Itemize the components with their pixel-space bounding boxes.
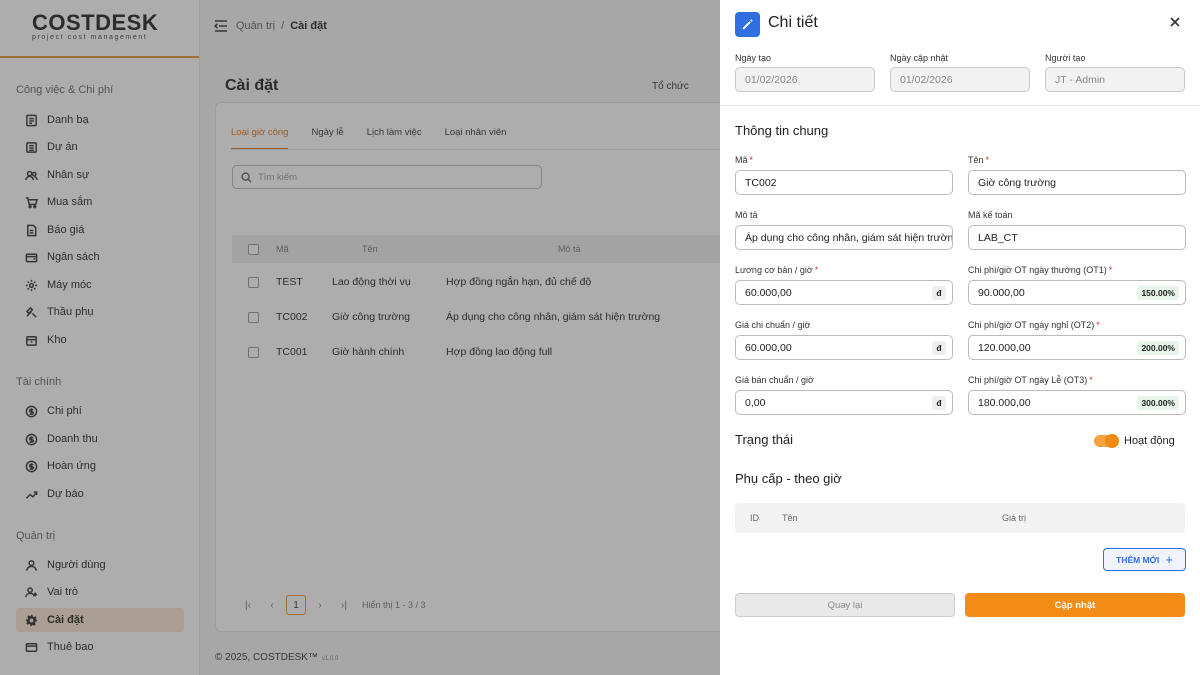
drawer-title: Chi tiết bbox=[768, 14, 818, 31]
ma-field[interactable]: TC002 bbox=[735, 170, 953, 195]
allowance-col-name: Tên bbox=[782, 513, 798, 523]
updated-field: 01/02/2026 bbox=[890, 67, 1030, 92]
ot1-field[interactable]: 90.000,00 150.00% bbox=[968, 280, 1186, 305]
updated-label: Ngày cập nhật bbox=[890, 53, 949, 63]
base-wage-value: 60.000,00 bbox=[745, 286, 792, 299]
add-allowance-button[interactable]: THÊM MỚI + bbox=[1103, 548, 1186, 571]
currency-suffix: đ bbox=[932, 396, 946, 410]
ot1-label: Chi phí/giờ OT ngày thường (OT1) * bbox=[968, 265, 1113, 275]
creator-label: Người tạo bbox=[1045, 53, 1086, 63]
accounting-code-label: Mã kế toán bbox=[968, 210, 1013, 220]
base-wage-field[interactable]: 60.000,00 đ bbox=[735, 280, 953, 305]
ot1-percent-badge: 150.00% bbox=[1137, 286, 1179, 300]
ten-field[interactable]: Giờ công trường bbox=[968, 170, 1186, 195]
mota-label: Mô tả bbox=[735, 210, 758, 220]
general-info-title: Thông tin chung bbox=[735, 123, 829, 138]
currency-suffix: đ bbox=[932, 286, 946, 300]
sale-price-field[interactable]: 0,00 đ bbox=[735, 390, 953, 415]
status-label: Hoạt động bbox=[1124, 435, 1175, 447]
drawer-divider bbox=[720, 105, 1200, 106]
ot3-label: Chi phí/giờ OT ngày Lễ (OT3) * bbox=[968, 375, 1093, 385]
allowance-title: Phụ cấp - theo giờ bbox=[735, 471, 842, 486]
ot2-label: Chi phí/giờ OT ngày nghỉ (OT2) * bbox=[968, 320, 1100, 330]
status-title: Trạng thái bbox=[735, 432, 794, 447]
app: COSTDESK project cost management Công vi… bbox=[0, 0, 1200, 675]
cost-price-field[interactable]: 60.000,00 đ bbox=[735, 335, 953, 360]
sale-price-value: 0,00 bbox=[745, 396, 766, 409]
created-label: Ngày tạo bbox=[735, 53, 772, 63]
ot2-field[interactable]: 120.000,00 200.00% bbox=[968, 335, 1186, 360]
mota-field[interactable]: Áp dụng cho công nhân, giám sát hiện trư… bbox=[735, 225, 953, 250]
ot2-percent-badge: 200.00% bbox=[1137, 341, 1179, 355]
modal-overlay[interactable] bbox=[0, 0, 720, 675]
sale-price-label: Giá bán chuẩn / giờ bbox=[735, 375, 814, 385]
ot3-field[interactable]: 180.000,00 300.00% bbox=[968, 390, 1186, 415]
allowance-table-header: ID Tên Giá trị bbox=[735, 503, 1185, 533]
cost-price-label: Giá chi chuẩn / giờ bbox=[735, 320, 811, 330]
ten-label: Tên * bbox=[968, 155, 990, 165]
back-button[interactable]: Quay lại bbox=[735, 593, 955, 617]
add-button-label: THÊM MỚI bbox=[1116, 554, 1160, 565]
ot3-percent-badge: 300.00% bbox=[1137, 396, 1179, 410]
cost-price-value: 60.000,00 bbox=[745, 341, 792, 354]
accounting-code-field[interactable]: LAB_CT bbox=[968, 225, 1186, 250]
currency-suffix: đ bbox=[932, 341, 946, 355]
allowance-col-id: ID bbox=[750, 513, 759, 523]
created-field: 01/02/2026 bbox=[735, 67, 875, 92]
plus-icon: + bbox=[1165, 552, 1173, 567]
save-button[interactable]: Cập nhật bbox=[965, 593, 1185, 617]
allowance-col-value: Giá trị bbox=[1002, 513, 1027, 523]
base-wage-label: Lương cơ bản / giờ * bbox=[735, 265, 819, 275]
close-icon[interactable] bbox=[1169, 16, 1181, 28]
ot3-value: 180.000,00 bbox=[978, 396, 1031, 409]
edit-icon bbox=[735, 12, 760, 37]
ma-label: Mã * bbox=[735, 155, 754, 165]
detail-drawer: Chi tiết Ngày tạo 01/02/2026 Ngày cập nh… bbox=[720, 0, 1200, 675]
status-toggle[interactable] bbox=[1094, 434, 1119, 448]
ot1-value: 90.000,00 bbox=[978, 286, 1025, 299]
creator-field: JT - Admin bbox=[1045, 67, 1185, 92]
ot2-value: 120.000,00 bbox=[978, 341, 1031, 354]
